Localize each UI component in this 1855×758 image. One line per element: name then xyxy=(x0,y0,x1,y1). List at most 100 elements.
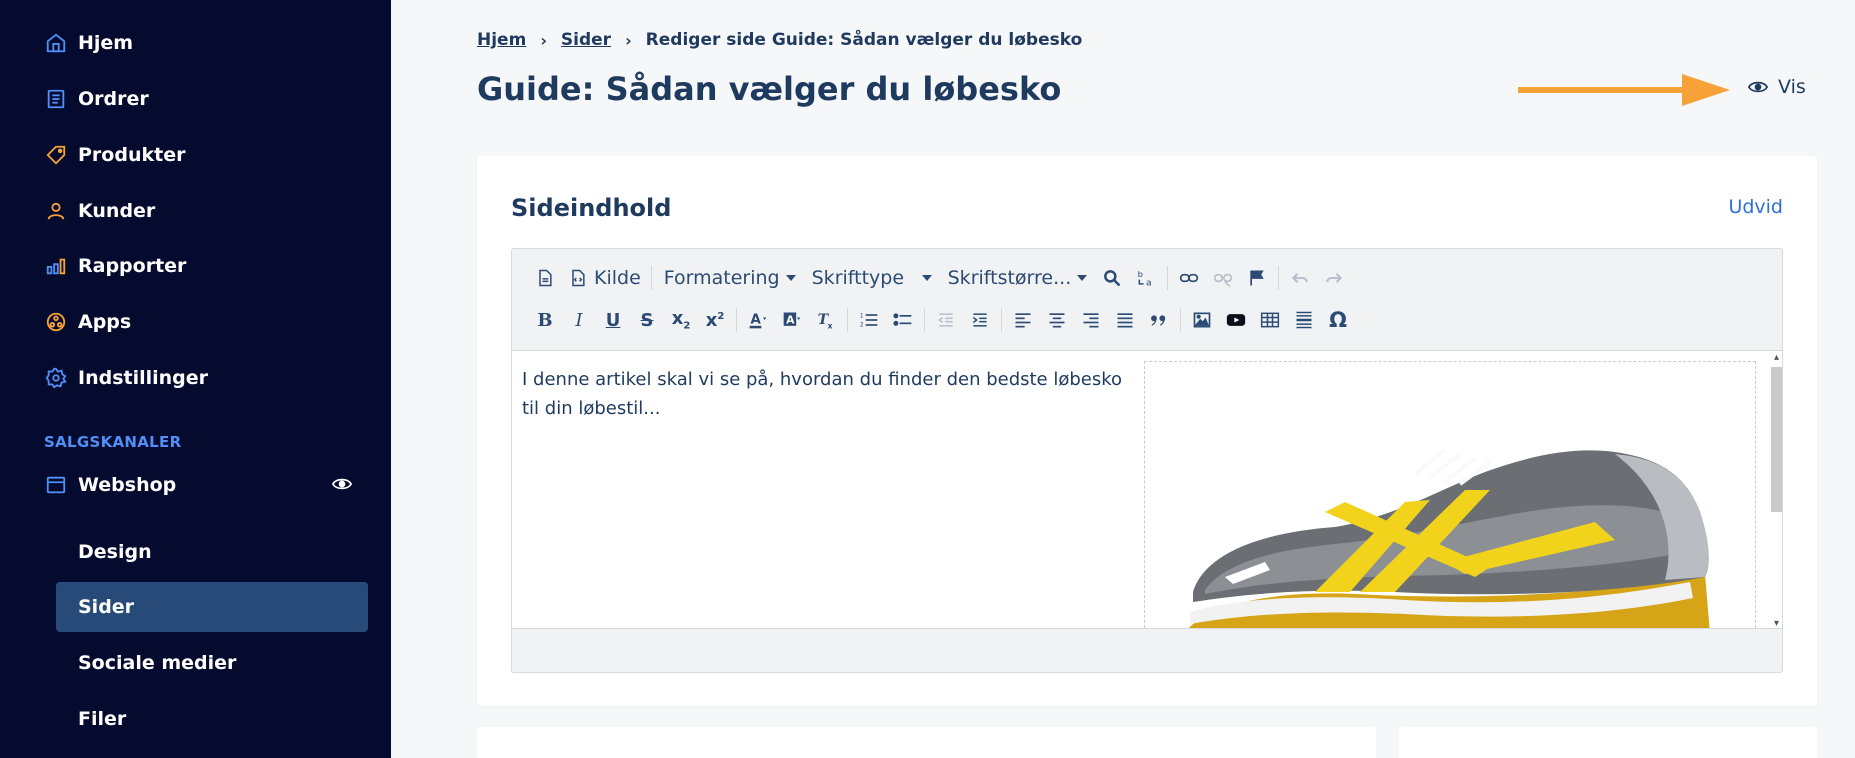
remove-format-button[interactable]: Tx xyxy=(809,305,843,335)
source-icon xyxy=(572,269,585,287)
superscript-button[interactable]: x2 xyxy=(698,305,732,335)
indent-icon xyxy=(972,313,987,327)
rich-text-editor: Kilde Formatering Skrifttype Skriftstørr… xyxy=(511,248,1783,673)
format-dropdown[interactable]: Formatering xyxy=(656,263,804,293)
align-right-button[interactable] xyxy=(1074,305,1108,335)
nav-item-customers[interactable]: Kunder xyxy=(44,191,155,231)
nav-item-label: Rapporter xyxy=(78,255,187,277)
replace-button[interactable]: ba xyxy=(1129,263,1163,293)
nav-item-reports[interactable]: Rapporter xyxy=(44,246,186,286)
text-color-button[interactable]: A xyxy=(741,305,775,335)
strikethrough-button[interactable]: S xyxy=(630,305,664,335)
outdent-button[interactable] xyxy=(929,305,963,335)
sidebar: Hjem Ordrer Produkter Kunder Rapporter A… xyxy=(0,0,391,758)
nav-item-home[interactable]: Hjem xyxy=(44,23,133,63)
font-dropdown[interactable]: Skrifttype xyxy=(804,263,940,293)
insert-table-button[interactable] xyxy=(1253,305,1287,335)
image-icon xyxy=(1193,312,1211,328)
shoe-illustration xyxy=(1185,448,1710,632)
sub-item-pages[interactable]: Sider xyxy=(56,582,368,632)
chevron-right-icon: › xyxy=(625,30,632,50)
horizontal-rule-icon xyxy=(1296,311,1312,329)
eye-icon[interactable] xyxy=(330,472,354,496)
nav-item-label: Hjem xyxy=(78,32,134,54)
caret-down-icon xyxy=(1077,275,1088,281)
underline-icon: U xyxy=(605,309,621,331)
card-title: Sideindhold xyxy=(511,194,672,222)
search-icon xyxy=(1104,270,1121,287)
nav-item-label: Ordrer xyxy=(78,88,149,110)
numbered-list-button[interactable]: 12 xyxy=(852,305,886,335)
format-label: Formatering xyxy=(663,267,780,289)
source-label: Kilde xyxy=(594,267,641,289)
editor-content-area[interactable]: I denne artikel skal vi se på, hvordan d… xyxy=(512,350,1782,633)
toolbar-row-2: B I U S x2 x2 A A Tx 12 Ω xyxy=(528,303,1355,337)
italic-button[interactable]: I xyxy=(562,305,596,335)
sub-item-files[interactable]: Filer xyxy=(56,694,368,744)
nav-item-orders[interactable]: Ordrer xyxy=(44,79,149,119)
find-button[interactable] xyxy=(1095,263,1129,293)
document-icon xyxy=(539,269,552,287)
nav-item-apps[interactable]: Apps xyxy=(44,302,131,342)
tag-icon xyxy=(44,143,68,167)
scroll-up-icon[interactable]: ▴ xyxy=(1771,352,1782,364)
special-character-button[interactable]: Ω xyxy=(1321,305,1355,335)
editor-text[interactable]: I denne artikel skal vi se på, hvordan d… xyxy=(522,365,1132,423)
nav-item-label: Apps xyxy=(78,311,132,333)
nav-item-webshop[interactable]: Webshop xyxy=(44,465,176,505)
sub-item-design[interactable]: Design xyxy=(56,527,368,577)
align-center-button[interactable] xyxy=(1040,305,1074,335)
bold-button[interactable]: B xyxy=(528,305,562,335)
background-color-button[interactable]: A xyxy=(775,305,809,335)
link-button[interactable] xyxy=(1172,263,1206,293)
anchor-button[interactable] xyxy=(1240,263,1274,293)
svg-text:1: 1 xyxy=(860,314,864,320)
bold-icon: B xyxy=(537,309,553,331)
breadcrumb: Hjem › Sider › Rediger side Guide: Sådan… xyxy=(477,30,1082,50)
sub-item-label: Design xyxy=(78,541,152,563)
breadcrumb-pages-link[interactable]: Sider xyxy=(561,30,611,50)
align-left-button[interactable] xyxy=(1006,305,1040,335)
editor-status-bar xyxy=(512,628,1782,672)
nav-item-products[interactable]: Produkter xyxy=(44,135,185,175)
nav-item-label: Kunder xyxy=(78,200,156,222)
sub-item-label: Filer xyxy=(78,708,127,730)
undo-icon xyxy=(1292,273,1308,283)
svg-text:a: a xyxy=(1146,278,1152,289)
unlink-button[interactable] xyxy=(1206,263,1240,293)
underline-button[interactable]: U xyxy=(596,305,630,335)
secondary-card xyxy=(477,727,1376,758)
source-button[interactable]: Kilde xyxy=(562,263,647,293)
subscript-icon: x2 xyxy=(671,308,691,332)
strikethrough-icon: S xyxy=(640,309,654,331)
horizontal-rule-button[interactable] xyxy=(1287,305,1321,335)
sub-item-social-media[interactable]: Sociale medier xyxy=(56,638,368,688)
breadcrumb-home-link[interactable]: Hjem xyxy=(477,30,526,50)
text-color-icon: A xyxy=(749,312,767,329)
italic-icon: I xyxy=(575,309,583,331)
view-button[interactable]: Vis xyxy=(1748,76,1806,98)
expand-link[interactable]: Udvid xyxy=(1728,196,1783,218)
subscript-button[interactable]: x2 xyxy=(664,305,698,335)
justify-button[interactable] xyxy=(1108,305,1142,335)
sub-item-label: Sider xyxy=(78,596,135,618)
nav-item-settings[interactable]: Indstillinger xyxy=(44,358,208,398)
scroll-thumb[interactable] xyxy=(1771,367,1782,512)
running-shoe-image[interactable] xyxy=(1144,361,1756,633)
editor-scrollbar[interactable]: ▴ ▾ xyxy=(1768,351,1782,631)
blockquote-button[interactable] xyxy=(1142,305,1176,335)
redo-button[interactable] xyxy=(1317,263,1351,293)
bullet-list-button[interactable] xyxy=(886,305,920,335)
font-size-dropdown[interactable]: Skriftstørre... xyxy=(940,263,1096,293)
new-document-button[interactable] xyxy=(528,263,562,293)
omega-icon: Ω xyxy=(1329,308,1347,332)
toolbar-separator xyxy=(1278,266,1280,290)
insert-image-button[interactable] xyxy=(1185,305,1219,335)
toolbar-separator xyxy=(650,266,652,290)
toolbar-separator xyxy=(924,308,925,332)
insert-video-button[interactable] xyxy=(1219,305,1253,335)
indent-button[interactable] xyxy=(963,305,997,335)
undo-button[interactable] xyxy=(1283,263,1317,293)
svg-text:A: A xyxy=(751,312,762,327)
gear-icon xyxy=(44,366,68,390)
